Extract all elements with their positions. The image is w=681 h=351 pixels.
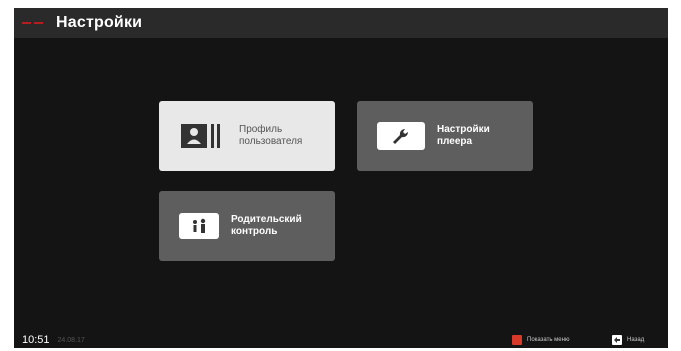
page-title: Настройки [56, 14, 143, 31]
bottom-bar: 10:51 24.08.17 Показать меню Назад [14, 332, 668, 348]
clock-time: 10:51 [22, 334, 50, 346]
wrench-icon [377, 122, 425, 150]
clock-date: 24.08.17 [57, 336, 85, 344]
tile-user-profile-label: Профиль пользователя [239, 124, 303, 147]
tile-player-settings-label: Настройки плеера [437, 124, 490, 147]
logo-icon [22, 22, 44, 24]
hint-back-label: Назад [627, 337, 645, 343]
hint-back[interactable]: Назад [612, 335, 644, 345]
tile-parental-control[interactable]: Родительский контроль [159, 191, 335, 261]
tile-user-profile[interactable]: Профиль пользователя [159, 101, 335, 171]
hint-show-menu-label: Показать меню [527, 337, 570, 343]
tile-parental-control-label: Родительский контроль [231, 214, 302, 237]
user-profile-icon [179, 122, 227, 150]
top-bar: Настройки [14, 8, 668, 38]
tile-player-settings[interactable]: Настройки плеера [357, 101, 533, 171]
back-key-icon [612, 335, 622, 345]
parental-family-icon [179, 213, 219, 239]
red-key-icon [512, 335, 522, 345]
hint-show-menu[interactable]: Показать меню [512, 335, 569, 345]
tv-screen: Настройки Профиль пользователя Настройки… [14, 8, 668, 348]
